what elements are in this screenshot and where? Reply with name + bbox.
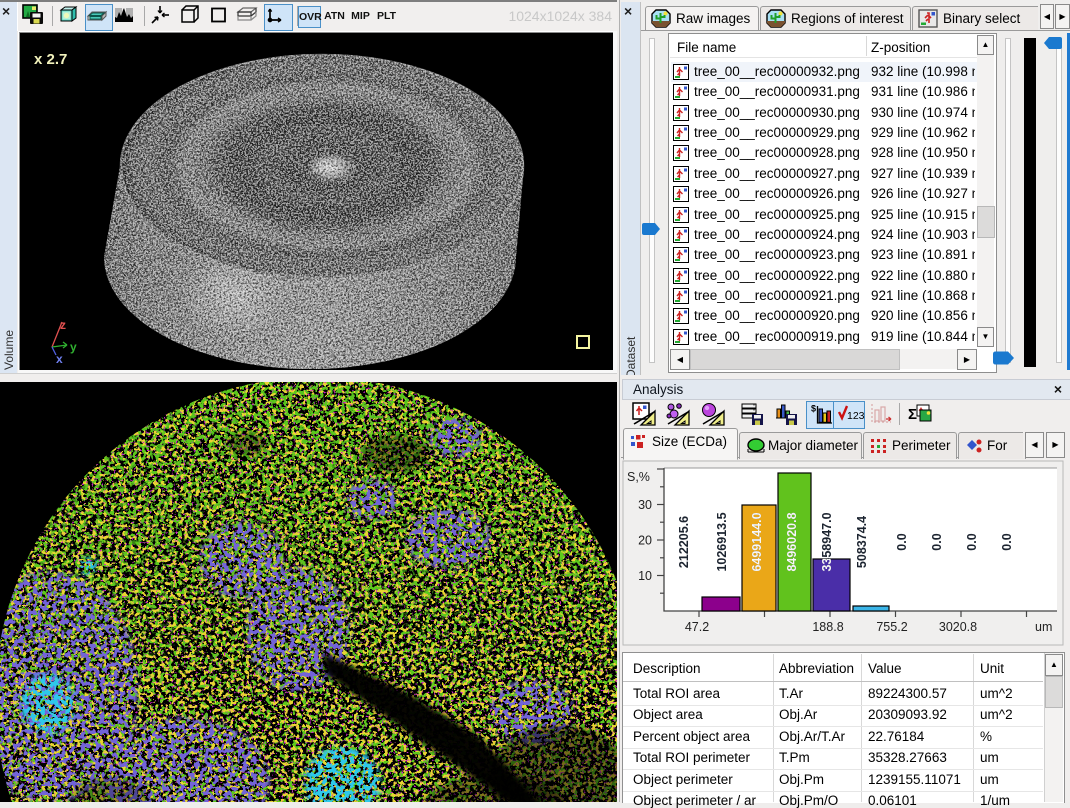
svg-text:8496020.8: 8496020.8	[785, 512, 799, 571]
svg-text:123: 123	[847, 410, 864, 422]
svg-text:0.0: 0.0	[1000, 533, 1014, 550]
svg-text:508374.4: 508374.4	[855, 516, 869, 568]
svg-text:0.0: 0.0	[965, 533, 979, 550]
svg-text:755.2: 755.2	[876, 620, 907, 634]
svg-text:$: $	[811, 404, 816, 414]
svg-text:um: um	[1035, 620, 1052, 634]
svg-text:x 2.7: x 2.7	[34, 51, 67, 68]
svg-text:S,%: S,%	[627, 470, 650, 484]
svg-text:1026913.5: 1026913.5	[715, 512, 729, 571]
svg-text:3020.8: 3020.8	[939, 620, 977, 634]
svg-text:212205.6: 212205.6	[677, 516, 691, 568]
svg-text:z: z	[60, 318, 66, 332]
svg-text:0.0: 0.0	[930, 533, 944, 550]
svg-text:30: 30	[638, 498, 652, 512]
svg-text:6499144.0: 6499144.0	[750, 512, 764, 571]
svg-text:47.2: 47.2	[685, 620, 709, 634]
svg-text:10: 10	[638, 569, 652, 583]
svg-text:Σ: Σ	[908, 406, 917, 423]
svg-text:y: y	[70, 340, 77, 354]
svg-text:0.0: 0.0	[895, 533, 909, 550]
svg-text:188.8: 188.8	[812, 620, 843, 634]
svg-text:x: x	[56, 352, 63, 366]
svg-text:20: 20	[638, 534, 652, 548]
